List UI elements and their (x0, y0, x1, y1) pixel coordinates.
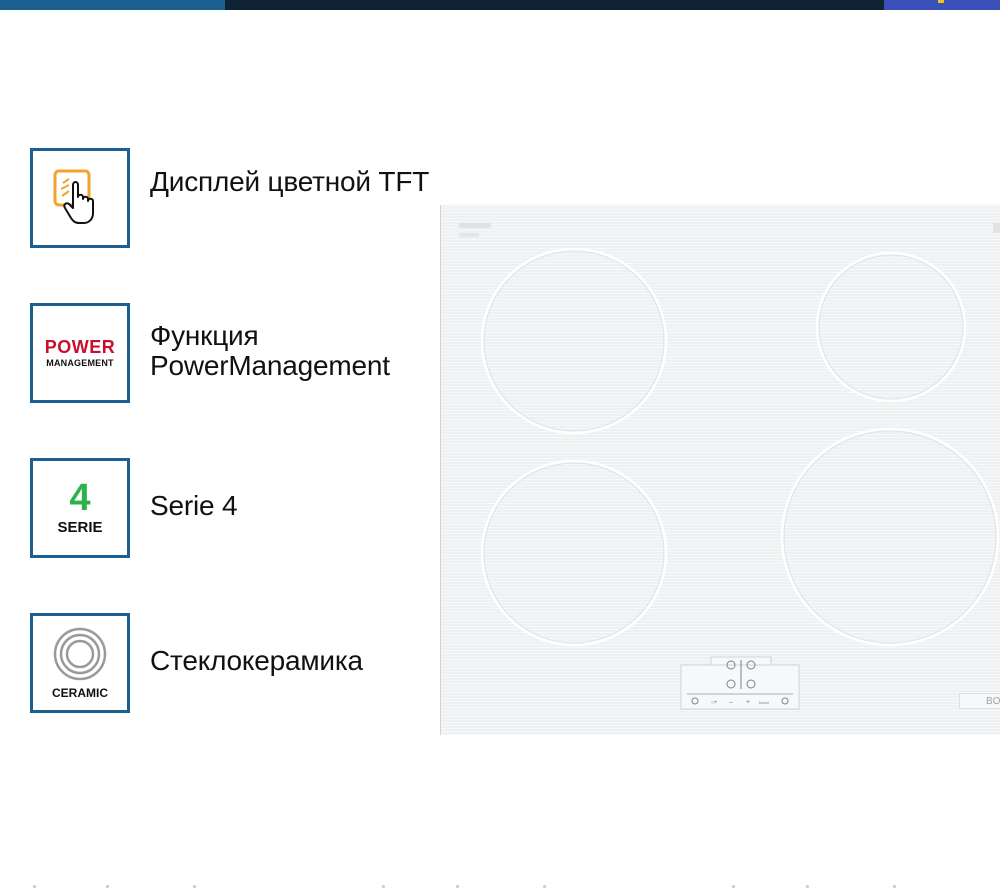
ceramic-icon: CERAMIC (30, 613, 130, 713)
badge-bottom-text: CERAMIC (52, 686, 108, 700)
top-banner (0, 0, 1000, 10)
feature-tft-display: Дисплей цветной TFT (30, 148, 429, 248)
banner-accent (938, 0, 944, 3)
cooking-zone-front-left (480, 459, 668, 647)
ceramic-rings-icon (53, 627, 107, 681)
hob-surface: ○• – + boost (459, 223, 1000, 710)
svg-text:boost: boost (759, 700, 770, 705)
feature-label: Serie 4 (150, 490, 238, 521)
feature-power-management: POWER MANAGEMENT Функция PowerManagement (30, 303, 390, 403)
power-management-icon: POWER MANAGEMENT (30, 303, 130, 403)
feature-serie-4: 4 SERIE Serie 4 (30, 458, 390, 558)
badge-bottom-text: MANAGEMENT (46, 358, 114, 368)
feature-ceramic: CERAMIC Стеклокерамика (30, 613, 390, 713)
bottom-divider (0, 882, 1000, 890)
svg-text:+: + (746, 699, 750, 706)
feature-label: Дисплей цветной TFT (150, 166, 430, 197)
brand-plate: BOS (959, 693, 1000, 709)
cooking-zone-rear-right (815, 251, 967, 403)
feature-badge (30, 148, 130, 248)
serie-4-icon: 4 SERIE (30, 458, 130, 558)
hob-image: ○• – + boost BOS (440, 205, 1000, 735)
svg-text:○•: ○• (711, 700, 717, 706)
cooking-zone-front-left-top (480, 247, 668, 435)
feature-label: Стеклокерамика (150, 645, 363, 676)
feature-label: Функция PowerManagement (150, 320, 390, 381)
svg-text:–: – (729, 699, 733, 706)
badge-top-text: 4 (69, 477, 91, 519)
control-panel: ○• – + boost (680, 656, 800, 710)
touch-display-icon (53, 169, 94, 224)
cooking-zone-front-right (780, 427, 1000, 647)
top-banner-left (0, 0, 225, 10)
badge-bottom-text: SERIE (57, 519, 103, 536)
top-banner-right (884, 0, 1000, 10)
badge-top-text: POWER (44, 337, 116, 357)
